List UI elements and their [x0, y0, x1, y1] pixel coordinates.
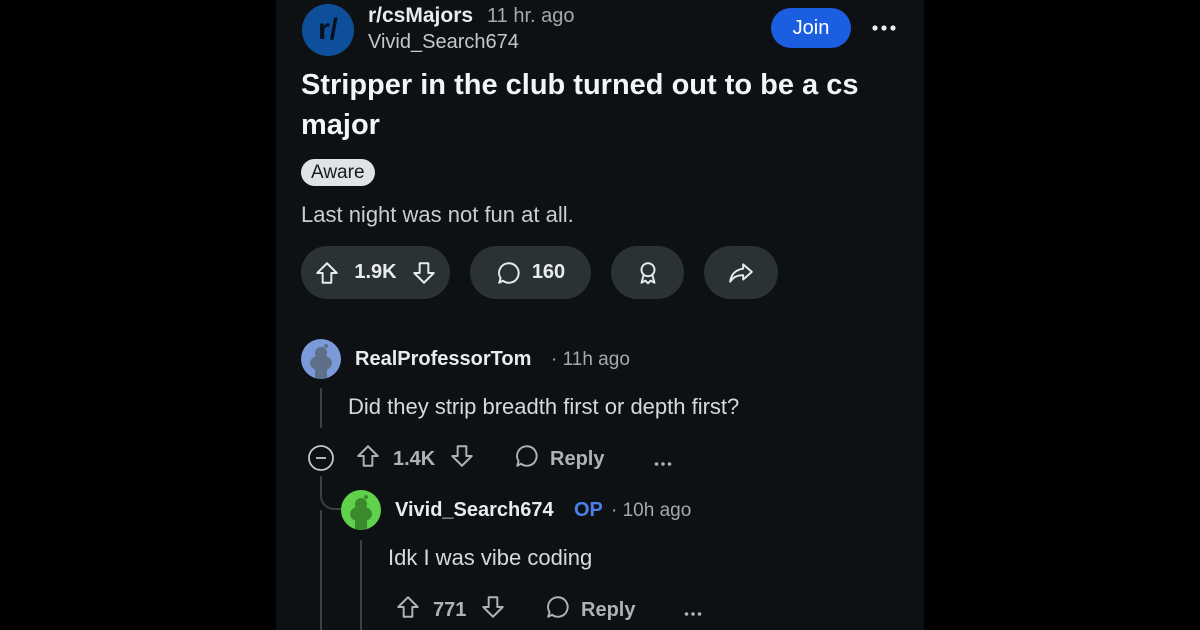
comment-meta: · 11h ago: [551, 349, 630, 370]
subreddit-name[interactable]: r/csMajors: [368, 4, 473, 28]
upvote-icon[interactable]: [314, 260, 340, 286]
comment-time: 10h ago: [622, 500, 692, 521]
comment-author[interactable]: Vivid_Search674: [395, 499, 554, 522]
comment-vote-count: 1.4K: [393, 447, 436, 470]
share-icon: [728, 260, 754, 286]
more-icon[interactable]: [654, 454, 672, 472]
award-button[interactable]: [611, 246, 684, 299]
snoo-avatar[interactable]: [341, 490, 381, 530]
downvote-icon[interactable]: [449, 443, 475, 475]
post-flair[interactable]: Aware: [301, 159, 375, 186]
reply-icon: [545, 594, 571, 626]
comment-count: 160: [531, 261, 566, 283]
thread-line[interactable]: [320, 510, 322, 630]
comment-vote-bar: 1.4K: [355, 443, 475, 475]
reply-button[interactable]: Reply: [514, 443, 604, 475]
comment-text: Did they strip breadth first or depth fi…: [348, 394, 740, 419]
op-badge: OP: [574, 499, 603, 521]
reply-label: Reply: [550, 447, 605, 470]
post-time: 11 hr. ago: [487, 5, 575, 27]
more-icon[interactable]: [684, 604, 702, 622]
comment-vote-bar: 771: [395, 594, 506, 626]
post-author[interactable]: Vivid_Search674: [368, 31, 519, 54]
upvote-icon[interactable]: [395, 594, 421, 626]
reply-icon: [514, 443, 540, 475]
downvote-icon[interactable]: [480, 594, 506, 626]
subreddit-icon[interactable]: r/: [302, 4, 354, 56]
more-icon[interactable]: [868, 12, 900, 44]
comment-time: 11h ago: [562, 349, 630, 370]
downvote-icon[interactable]: [411, 260, 437, 286]
comment-author[interactable]: RealProfessorTom: [355, 348, 531, 371]
reply-button[interactable]: Reply: [545, 594, 635, 626]
comment-text: Idk I was vibe coding: [388, 545, 593, 570]
post-body: Last night was not fun at all.: [301, 202, 574, 227]
thread-line[interactable]: [320, 388, 322, 428]
comment-vote-count: 771: [433, 598, 467, 621]
comment-icon: [496, 260, 522, 286]
vote-pill: 1.9K: [301, 246, 450, 299]
upvote-icon[interactable]: [355, 443, 381, 475]
reply-label: Reply: [581, 598, 636, 621]
thread-line[interactable]: [360, 540, 362, 630]
comments-button[interactable]: 160: [470, 246, 591, 299]
collapse-icon[interactable]: [307, 444, 335, 472]
share-button[interactable]: [704, 246, 778, 299]
award-icon: [635, 260, 661, 286]
join-button[interactable]: Join: [771, 8, 851, 48]
comment-meta: · 10h ago: [611, 500, 692, 521]
thread-connector: [320, 476, 342, 510]
snoo-avatar[interactable]: [301, 339, 341, 379]
post-title[interactable]: Stripper in the club turned out to be a …: [301, 65, 901, 145]
post-vote-count: 1.9K: [354, 261, 397, 283]
